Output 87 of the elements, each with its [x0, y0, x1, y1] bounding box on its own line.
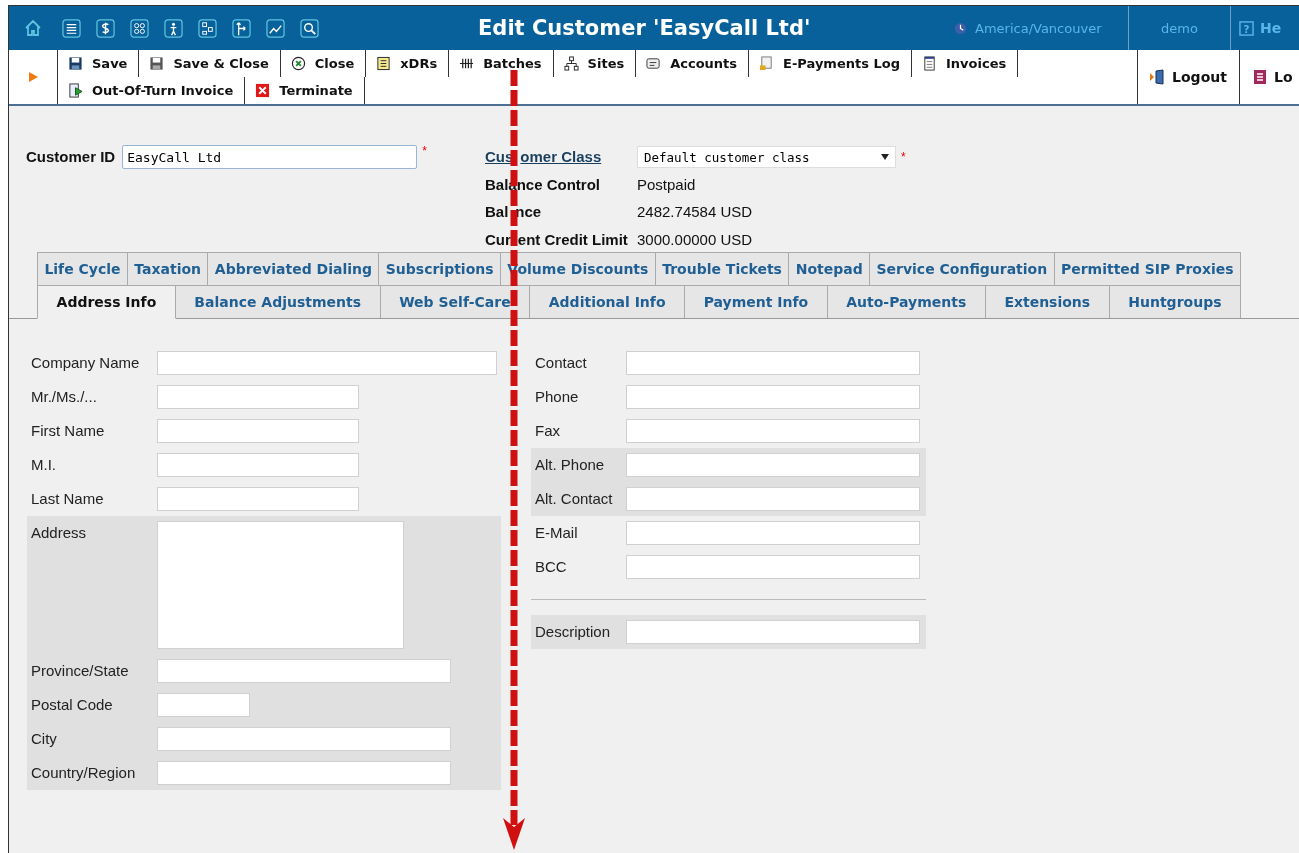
text-field[interactable]	[626, 620, 920, 644]
customer-class-dropdown[interactable]: Default customer class	[637, 146, 896, 169]
field-label: First Name	[31, 421, 106, 441]
field-label: M.I.	[31, 455, 57, 475]
required-mark: *	[422, 145, 427, 157]
field-label: Province/State	[31, 661, 130, 681]
tab[interactable]: Service Configuration	[869, 252, 1055, 285]
play-icon	[28, 72, 38, 82]
text-field[interactable]	[626, 351, 920, 375]
person-icon[interactable]	[164, 18, 183, 38]
tab[interactable]: Life Cycle	[37, 252, 128, 285]
text-field[interactable]	[626, 521, 920, 545]
info-label: Cur ent Credit Limit	[485, 229, 629, 250]
cards-icon	[646, 56, 662, 71]
info-value: 3000.00000 USD	[637, 229, 754, 250]
bars-icon	[459, 56, 475, 71]
address-field[interactable]	[157, 521, 404, 649]
field-label: Address	[31, 523, 88, 543]
close-icon	[290, 56, 306, 71]
dollar-icon[interactable]	[96, 18, 115, 38]
text-field[interactable]	[626, 385, 920, 409]
field-label: Fax	[535, 421, 561, 441]
hierarchy-icon	[563, 56, 579, 71]
info-value: Postpaid	[637, 174, 697, 195]
tab[interactable]: Abbreviated Dialing	[207, 252, 380, 285]
tab[interactable]: Payment Info	[684, 285, 828, 318]
search-icon[interactable]	[300, 18, 319, 38]
text-field[interactable]	[626, 487, 920, 511]
list-icon	[1252, 69, 1268, 85]
text-field[interactable]	[157, 385, 359, 409]
text-field[interactable]	[157, 727, 451, 751]
window-title: Edit Customer 'EasyCall Ltd'	[478, 16, 812, 40]
field-label: Customer ID	[26, 147, 116, 167]
exit-door-icon	[1150, 69, 1167, 85]
cross-icon	[255, 83, 271, 98]
field-label: E-Mail	[535, 523, 579, 543]
route-icon[interactable]	[232, 18, 251, 38]
field-label: Company Name	[31, 353, 141, 373]
tab[interactable]: Additional Info	[529, 285, 686, 318]
tab[interactable]: Address Info	[37, 285, 176, 319]
text-field[interactable]	[157, 761, 451, 785]
tab[interactable]: Auto-Payments	[826, 285, 986, 318]
tab[interactable]: Huntgroups	[1108, 285, 1242, 318]
text-field[interactable]	[626, 419, 920, 443]
dropdown-arrow-icon	[881, 154, 889, 161]
info-value: 2482.74584 USD	[637, 202, 754, 223]
help-link[interactable]: He	[1260, 20, 1282, 36]
field-label: Country/Region	[31, 763, 137, 783]
tab[interactable]: Trouble Tickets	[654, 252, 790, 285]
tab[interactable]: Taxation	[126, 252, 209, 285]
tab[interactable]: Web Self-Care	[379, 285, 531, 318]
field-label: Contact	[535, 353, 588, 373]
text-field[interactable]	[157, 693, 250, 717]
page-icon	[922, 56, 937, 71]
diagram-icon[interactable]	[198, 18, 217, 38]
chart-icon[interactable]	[266, 18, 285, 38]
tab[interactable]: Balance Adjustments	[174, 285, 381, 318]
field-label: Alt. Phone	[535, 455, 606, 475]
tab[interactable]: Permitted SIP Proxies	[1053, 252, 1241, 285]
grid-icon[interactable]	[130, 18, 149, 38]
field-label: BCC	[535, 557, 568, 577]
help-icon[interactable]: ?	[1239, 20, 1254, 36]
field-label: Last Name	[31, 489, 105, 509]
list-icon[interactable]	[62, 18, 81, 38]
field-label: Postal Code	[31, 695, 114, 715]
text-field[interactable]	[626, 555, 920, 579]
document-icon	[376, 56, 392, 71]
home-icon[interactable]	[23, 18, 43, 38]
invoice-play-icon	[68, 83, 83, 98]
field-label: Alt. Contact	[535, 489, 614, 509]
tab[interactable]: Notepad	[788, 252, 871, 285]
field-label: Description	[535, 622, 612, 642]
text-field[interactable]	[626, 453, 920, 477]
required-mark: *	[901, 151, 906, 164]
text-field[interactable]	[157, 351, 497, 375]
field-label: Mr./Ms./...	[31, 387, 98, 407]
text-field[interactable]	[157, 453, 359, 477]
customer-id-field[interactable]: EasyCall Ltd	[122, 145, 418, 169]
field-label: City	[31, 729, 58, 749]
field-label: Phone	[535, 387, 580, 407]
tab[interactable]: Subscriptions	[378, 252, 501, 285]
tab[interactable]: Extensions	[984, 285, 1110, 318]
text-field[interactable]	[157, 487, 359, 511]
text-field[interactable]	[157, 419, 359, 443]
text-field[interactable]	[157, 659, 451, 683]
clock-icon	[954, 21, 967, 35]
timezone-label: America/Vancouver	[975, 20, 1102, 36]
